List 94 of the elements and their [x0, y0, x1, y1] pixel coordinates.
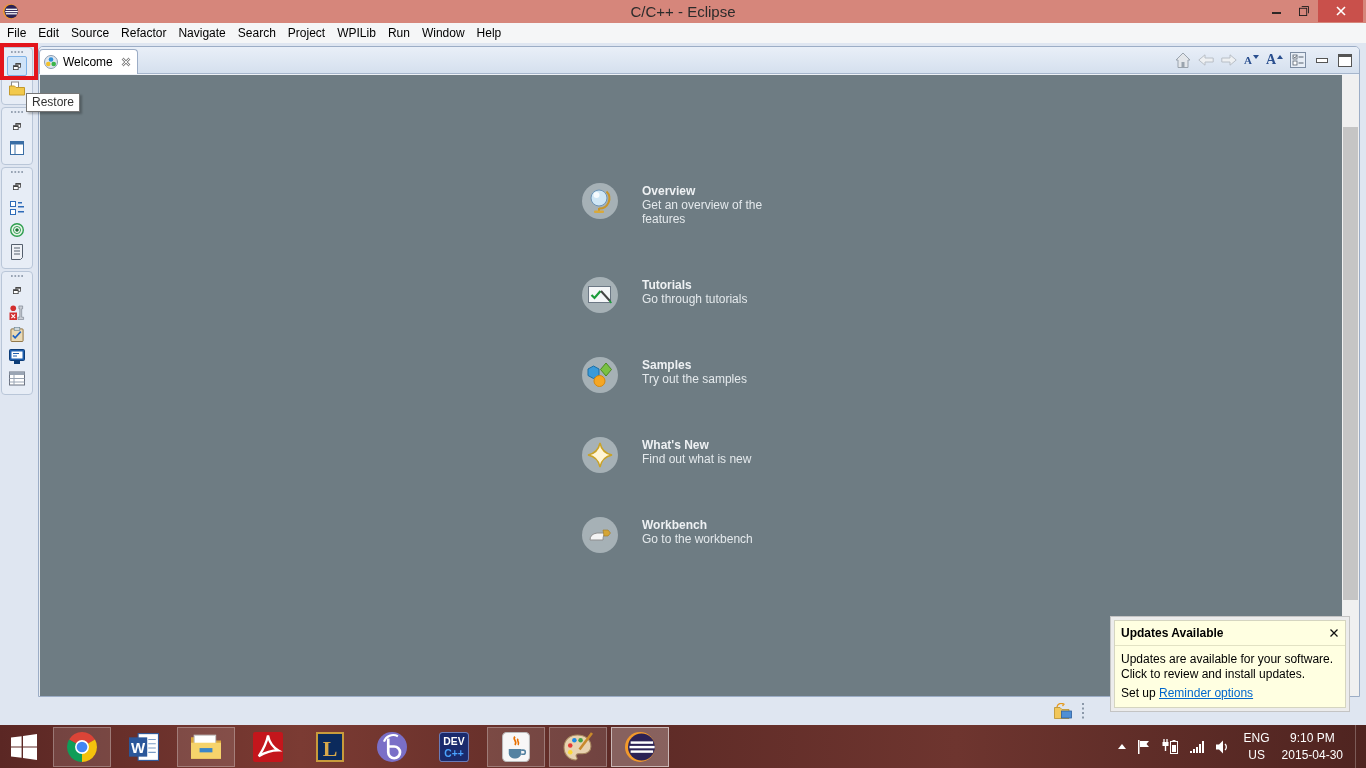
- taskbar-button[interactable]: [487, 726, 545, 767]
- menu-item[interactable]: Search: [231, 23, 282, 43]
- three-balls-icon: [44, 55, 58, 69]
- notification-popup[interactable]: Updates Available Updates are available for your software. Click to review and install updates. Set up Reminder options: [1110, 616, 1350, 712]
- folder-icon: [9, 80, 25, 96]
- restore-icon: [13, 182, 21, 190]
- toolbar-button[interactable]: [7, 138, 27, 158]
- monitor-icon: [9, 348, 25, 364]
- close-icon[interactable]: [1330, 629, 1338, 637]
- welcome-link-title[interactable]: Workbench: [642, 518, 782, 532]
- notification-text: Click to review and install updates.: [1121, 667, 1307, 682]
- steaming-cup-icon: [501, 731, 531, 762]
- welcome-link-title[interactable]: Tutorials: [642, 278, 782, 292]
- welcome-link-title[interactable]: Overview: [642, 184, 782, 198]
- reminder-text: Set up Reminder options: [1121, 686, 1255, 701]
- paper-scroll-icon[interactable]: [582, 517, 618, 553]
- menu-item[interactable]: WPILib: [331, 23, 382, 43]
- menu-item[interactable]: Run: [381, 23, 416, 43]
- globe-icon[interactable]: [582, 183, 618, 219]
- welcome-link-title[interactable]: Samples: [642, 358, 782, 372]
- toolbar-button[interactable]: [7, 346, 27, 366]
- tree-list-icon: [10, 201, 24, 215]
- restore-icon: [1299, 6, 1309, 16]
- clipboard-check-icon: [9, 326, 25, 342]
- menu-item[interactable]: Edit: [32, 23, 66, 43]
- up-triangle-icon[interactable]: [1117, 744, 1126, 749]
- taskbar-button[interactable]: [53, 726, 111, 767]
- welcome-link-title[interactable]: What's New: [642, 438, 782, 452]
- palette-icon: [563, 731, 593, 762]
- welcome-link-description: Go through tutorials: [642, 292, 749, 306]
- close-icon: [1335, 6, 1346, 16]
- flag-icon[interactable]: [1137, 739, 1150, 754]
- reminder-link[interactable]: Reminder options: [1159, 686, 1254, 700]
- table-icon: [9, 370, 25, 386]
- battery-plug-icon[interactable]: [1161, 739, 1178, 754]
- breakpoint-icon: [9, 304, 25, 320]
- toolbar-button[interactable]: [7, 198, 27, 218]
- checklist-icon[interactable]: [1290, 52, 1306, 68]
- welcome-link-description: Find out what is new: [642, 452, 753, 466]
- welcome-link-description: Go to the workbench: [642, 532, 754, 546]
- maximize-icon[interactable]: [1338, 53, 1352, 67]
- welcome-link-description: Get an overview of the features: [642, 198, 764, 226]
- window-panes-icon: [11, 733, 37, 760]
- up-triangle-icon: [1277, 55, 1283, 59]
- taskbar-button[interactable]: L: [301, 726, 359, 767]
- toolbar-button[interactable]: [7, 324, 27, 344]
- scrollbar[interactable]: [1342, 75, 1359, 696]
- menu-item[interactable]: Help: [470, 23, 508, 43]
- folder-monitor-icon[interactable]: [1054, 703, 1072, 719]
- taskbar-button[interactable]: [177, 726, 235, 767]
- window-title: C/C++ - Eclipse: [630, 2, 736, 21]
- toolbar-button[interactable]: [7, 368, 27, 388]
- target-icon: [10, 223, 24, 237]
- down-triangle-icon: [1252, 55, 1259, 59]
- text-tile-icon: DEV C++: [439, 731, 469, 762]
- menu-item[interactable]: Refactor: [115, 23, 173, 43]
- notification-text: Updates are available for your software.: [1121, 652, 1335, 667]
- striped-sphere-icon: [625, 731, 655, 762]
- restore-icon: [13, 286, 21, 294]
- toolbar-button[interactable]: [7, 56, 27, 76]
- tricolor-wheel-icon: [67, 731, 97, 762]
- swirl-tile-icon: [253, 731, 283, 762]
- document-icon: [11, 244, 23, 260]
- editor-tab[interactable]: Welcome: [39, 49, 138, 74]
- restore-icon: [13, 122, 21, 130]
- letter-emblem-icon: L: [315, 731, 345, 762]
- tooltip: Restore: [26, 93, 81, 112]
- clock[interactable]: 9:10 PM 2015-04-30: [1281, 729, 1343, 764]
- minimize-icon[interactable]: [1316, 57, 1328, 63]
- toolbar-button[interactable]: [7, 78, 27, 98]
- scrollbar-thumb[interactable]: [1343, 127, 1358, 600]
- taskbar-button[interactable]: [549, 726, 607, 767]
- menu-item[interactable]: Source: [65, 23, 116, 43]
- striped-sphere-icon[interactable]: [3, 4, 18, 19]
- menu-item[interactable]: File: [1, 23, 33, 43]
- checked-board-icon[interactable]: [582, 277, 618, 313]
- font-smaller-button[interactable]: A: [1243, 52, 1259, 68]
- layout-icon: [10, 141, 24, 155]
- signal-bars-icon[interactable]: [1189, 740, 1204, 753]
- swirl-circle-icon: [377, 731, 407, 762]
- menu-item[interactable]: Navigate: [172, 23, 232, 43]
- taskbar-button[interactable]: [611, 726, 669, 767]
- language-indicator[interactable]: ENG US: [1243, 729, 1270, 764]
- taskbar-button[interactable]: W: [115, 726, 173, 767]
- menu-item[interactable]: Window: [415, 23, 471, 43]
- restore-icon: [13, 62, 21, 70]
- menu-item[interactable]: Project: [281, 23, 332, 43]
- welcome-link-description: Try out the samples: [642, 372, 748, 386]
- notification-title: Updates Available: [1121, 626, 1224, 640]
- font-larger-button[interactable]: A: [1265, 52, 1283, 68]
- close-button[interactable]: [1318, 0, 1363, 22]
- taskbar-button[interactable]: DEV C++: [425, 726, 483, 767]
- minimize-icon: [1271, 12, 1281, 14]
- speaker-icon[interactable]: [1215, 739, 1228, 754]
